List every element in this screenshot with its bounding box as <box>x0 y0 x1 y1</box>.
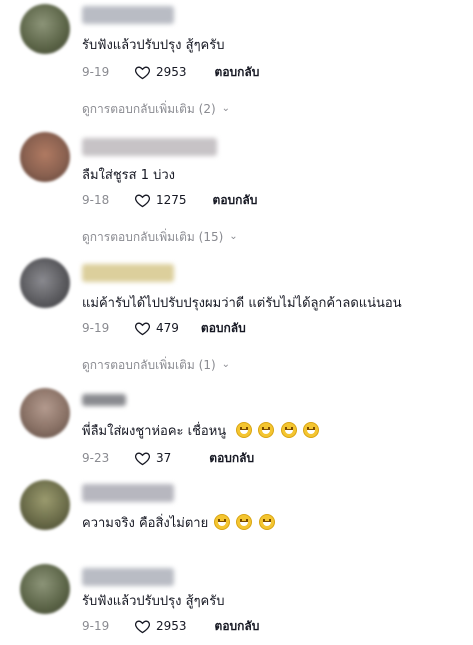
grinning-face-emoji <box>258 422 275 438</box>
like-count: 2953 <box>156 619 187 633</box>
chevron-down-icon: ⌄ <box>221 103 231 114</box>
grinning-face-emoji <box>236 514 253 530</box>
view-more-replies[interactable]: ดูการตอบกลับเพิ่มเติม (1) ⌄ <box>82 356 230 375</box>
comment-text: ลืมใส่ชูรส 1 บ่วง <box>82 168 175 183</box>
grinning-face-emoji <box>236 422 253 438</box>
username-blurred[interactable] <box>82 264 174 282</box>
grinning-face-emoji <box>214 514 231 530</box>
comment-meta: 9-19 2953 ตอบกลับ <box>82 62 259 82</box>
grinning-face-emoji <box>302 422 319 438</box>
view-more-replies-label: ดูการตอบกลับเพิ่มเติม (1) <box>82 358 216 372</box>
username-blurred[interactable] <box>82 138 217 156</box>
heart-outline-icon <box>135 66 150 79</box>
avatar[interactable] <box>20 388 70 438</box>
like-count: 37 <box>156 451 172 465</box>
avatar[interactable] <box>20 4 70 54</box>
like-count: 2953 <box>156 65 187 79</box>
comment-date: 9-19 <box>82 321 110 335</box>
comment-meta: 9-18 1275 ตอบกลับ <box>82 190 257 210</box>
like-button[interactable]: 37 <box>134 450 171 467</box>
comment-date: 9-19 <box>82 65 110 79</box>
view-more-replies[interactable]: ดูการตอบกลับเพิ่มเติม (2) ⌄ <box>82 100 230 119</box>
comment-meta: 9-19 2953 ตอบกลับ <box>82 616 259 636</box>
username-blurred[interactable] <box>82 484 174 502</box>
username-blurred[interactable] <box>82 6 174 24</box>
reply-button[interactable]: ตอบกลับ <box>209 449 254 468</box>
comment-text: รับฟังแล้วปรับปรุง สู้ๆครับ <box>82 38 225 53</box>
like-count: 479 <box>156 321 179 335</box>
reply-button[interactable]: ตอบกลับ <box>215 63 260 82</box>
comment-date: 9-19 <box>82 619 110 633</box>
avatar[interactable] <box>20 480 70 530</box>
like-button[interactable]: 2953 <box>134 64 187 81</box>
grinning-face-emoji <box>258 514 275 530</box>
grinning-face-emoji <box>280 422 297 438</box>
like-button[interactable]: 2953 <box>134 618 187 635</box>
like-count: 1275 <box>156 193 187 207</box>
reply-button[interactable]: ตอบกลับ <box>201 319 246 338</box>
comment-text-body: พี่ลืมใส่ผงชูาห่อคะ เชื่อหนู <box>82 424 227 439</box>
comment-meta: 9-19 479 ตอบกลับ <box>82 318 246 338</box>
heart-outline-icon <box>135 322 150 335</box>
comment-text: ความจริง คือสิ่งไม่ตาย <box>82 512 275 533</box>
username-blurred[interactable] <box>82 568 174 586</box>
avatar[interactable] <box>20 258 70 308</box>
chevron-down-icon: ⌄ <box>221 359 231 370</box>
comment-date: 9-23 <box>82 451 110 465</box>
like-button[interactable]: 479 <box>134 320 179 337</box>
view-more-replies-label: ดูการตอบกลับเพิ่มเติม (2) <box>82 102 216 116</box>
reply-button[interactable]: ตอบกลับ <box>213 191 258 210</box>
comment-text: รับฟังแล้วปรับปรุง สู้ๆครับ <box>82 594 225 609</box>
heart-outline-icon <box>135 620 150 633</box>
avatar[interactable] <box>20 564 70 614</box>
avatar[interactable] <box>20 132 70 182</box>
view-more-replies-label: ดูการตอบกลับเพิ่มเติม (15) <box>82 230 224 244</box>
view-more-replies[interactable]: ดูการตอบกลับเพิ่มเติม (15) ⌄ <box>82 228 238 247</box>
chevron-down-icon: ⌄ <box>229 231 238 242</box>
reply-button[interactable]: ตอบกลับ <box>215 617 260 636</box>
like-button[interactable]: 1275 <box>134 192 187 209</box>
heart-outline-icon <box>135 194 150 207</box>
comment-text: แม่ค้ารับได้ไปปรับปรุงผมว่าดี แต่รับไม่ไ… <box>82 296 402 311</box>
username-blurred[interactable] <box>82 394 126 406</box>
comment-date: 9-18 <box>82 193 110 207</box>
heart-outline-icon <box>135 452 150 465</box>
comment-text: พี่ลืมใส่ผงชูาห่อคะ เชื่อหนู <box>82 420 319 441</box>
comment-text-body: ความจริง คือสิ่งไม่ตาย <box>82 516 209 531</box>
comment-meta: 9-23 37 ตอบกลับ <box>82 448 254 468</box>
